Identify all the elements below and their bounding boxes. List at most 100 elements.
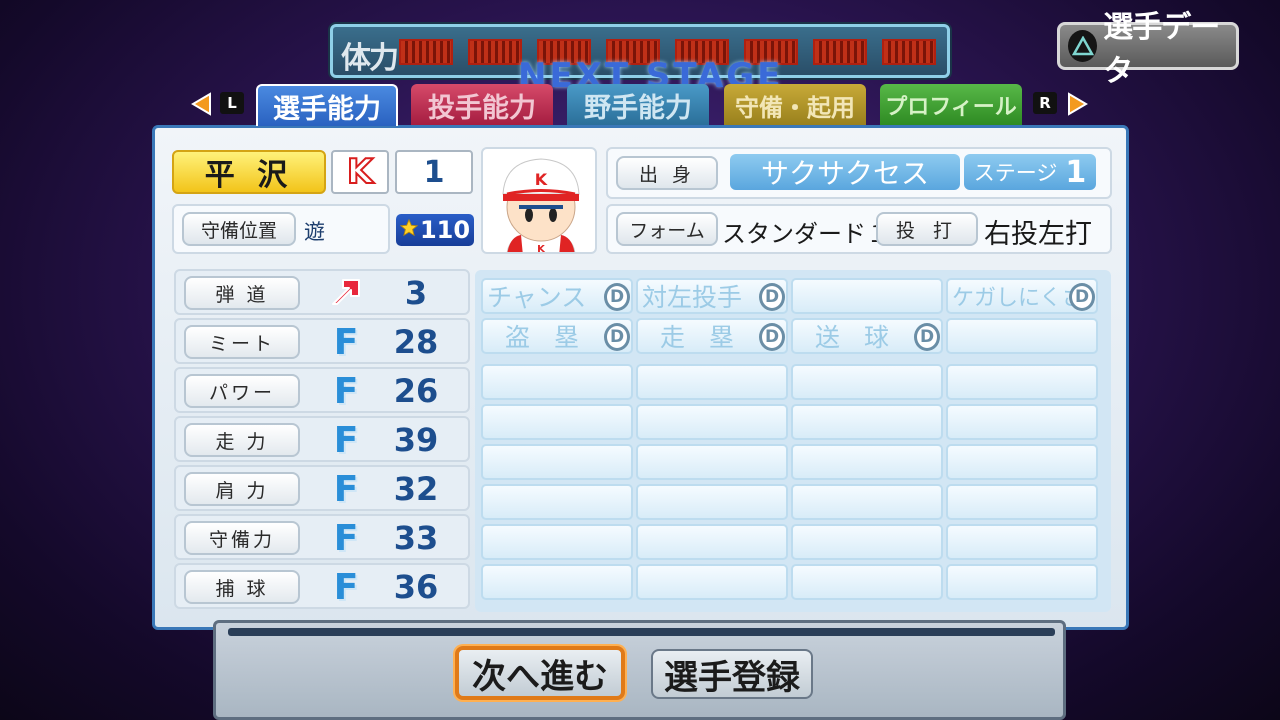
tab-label: 守備・起用 xyxy=(735,93,855,122)
ability-slot-empty xyxy=(481,524,633,560)
ability-throwing[interactable]: 送 球 D xyxy=(791,318,943,354)
tab-player-ability[interactable]: 選手能力 xyxy=(256,84,398,126)
stat-label-text: パワー xyxy=(208,381,275,404)
ability-injury-resistance[interactable]: ケガしにくさ D xyxy=(946,278,1098,314)
form-box: フォーム スタンダード１ 投 打 右投左打 xyxy=(606,204,1112,254)
stat-label-text: 肩 力 xyxy=(215,479,269,502)
stat-grade: F xyxy=(333,468,359,510)
svg-text:K: K xyxy=(535,170,548,189)
ability-empty xyxy=(946,318,1098,354)
stat-label: 捕 球 xyxy=(184,570,300,604)
player-name-plate: 平 沢 xyxy=(172,150,326,194)
ability-slot-empty xyxy=(481,564,633,600)
svg-text:K: K xyxy=(537,244,546,254)
stat-value: 33 xyxy=(393,519,439,557)
stat-label-text: 守備力 xyxy=(208,528,275,551)
overall-rating-value: 110 xyxy=(419,216,471,244)
ability-slot-empty xyxy=(636,564,788,600)
special-abilities-grid: チャンス D 対左投手 D ケガしにくさ D 盗 塁 D 走 塁 D 送 球 D xyxy=(475,270,1111,612)
ability-slot-empty xyxy=(946,444,1098,480)
stamina-segment xyxy=(882,39,936,65)
tab-label: 選手能力 xyxy=(273,93,381,125)
star-icon xyxy=(399,218,419,241)
overall-rating-badge: 110 xyxy=(396,214,474,246)
origin-box: 出 身 サクサクセス ステージ 1 xyxy=(606,147,1112,199)
stamina-label: 体力 xyxy=(341,41,399,76)
tab-profile[interactable]: プロフィール xyxy=(880,84,1022,126)
origin-label-text: 出 身 xyxy=(638,163,696,186)
ability-slot-empty xyxy=(946,564,1098,600)
ability-slot-empty xyxy=(636,404,788,440)
tab-left-arrow-icon[interactable] xyxy=(190,92,214,120)
ability-baserunning[interactable]: 走 塁 D xyxy=(636,318,788,354)
stamina-segment xyxy=(399,39,453,65)
ability-slot-empty xyxy=(946,484,1098,520)
form-label: フォーム xyxy=(616,212,718,246)
ability-stealing[interactable]: 盗 塁 D xyxy=(481,318,633,354)
uniform-number: 1 xyxy=(395,150,473,194)
tab-right-arrow-icon[interactable] xyxy=(1065,92,1089,120)
register-player-button[interactable]: 選手登録 xyxy=(651,649,813,699)
ability-grade: D xyxy=(759,283,785,311)
origin-value: サクサクセス xyxy=(730,154,960,190)
ability-slot-empty xyxy=(791,444,943,480)
stat-label: 弾 道 xyxy=(184,276,300,310)
ability-slot-empty xyxy=(791,484,943,520)
tab-label: プロフィール xyxy=(885,95,1017,120)
ability-empty xyxy=(791,278,943,314)
stage-label: ステージ xyxy=(973,161,1058,185)
stamina-segment xyxy=(468,39,522,65)
position-value: 遊 xyxy=(304,220,325,244)
tab-label: 投手能力 xyxy=(428,92,536,124)
stat-grade: F xyxy=(333,566,359,608)
ability-slot-empty xyxy=(636,364,788,400)
ability-grade: D xyxy=(1069,283,1095,311)
next-button[interactable]: 次へ進む xyxy=(455,646,625,700)
player-data-button[interactable]: 選手データ xyxy=(1057,10,1239,89)
bat-throw-label: 投 打 xyxy=(876,212,978,246)
stamina-segment xyxy=(813,39,867,65)
l-key: L xyxy=(220,92,244,114)
stat-label: 走 力 xyxy=(184,423,300,457)
register-button-label: 選手登録 xyxy=(664,657,800,698)
position-label: 守備位置 xyxy=(182,212,296,246)
ability-slot-empty xyxy=(636,444,788,480)
tab-defense-usage[interactable]: 守備・起用 xyxy=(724,84,866,126)
avatar-icon: K K xyxy=(502,158,580,254)
stat-label: パワー xyxy=(184,374,300,408)
stage-number: 1 xyxy=(1065,154,1087,190)
stat-row-contact: ミート F 28 xyxy=(174,318,470,364)
stat-grade: F xyxy=(333,370,359,412)
position-box: 守備位置 遊 xyxy=(172,204,390,254)
player-avatar: K K xyxy=(481,147,597,254)
stat-row-fielding: 守備力 F 33 xyxy=(174,514,470,560)
stat-grade: F xyxy=(333,517,359,559)
origin-value-text: サクサクセス xyxy=(760,157,929,190)
team-logo: K xyxy=(331,150,389,194)
stat-value: 28 xyxy=(393,323,439,361)
ability-grade: D xyxy=(604,323,630,351)
r-key: R xyxy=(1033,92,1057,114)
tab-pitcher-ability[interactable]: 投手能力 xyxy=(411,84,553,126)
ability-grade: D xyxy=(604,283,630,311)
stat-grade: F xyxy=(333,321,359,363)
ability-label: チャンス xyxy=(487,283,587,312)
tab-fielder-ability[interactable]: 野手能力 xyxy=(567,84,709,126)
ability-slot-empty xyxy=(791,524,943,560)
next-button-label: 次へ進む xyxy=(472,656,608,697)
stat-row-speed: 走 力 F 39 xyxy=(174,416,470,462)
stat-row-trajectory: 弾 道 3 xyxy=(174,269,470,315)
ability-slot-empty xyxy=(946,404,1098,440)
ability-label: ケガしにくさ xyxy=(952,286,1084,311)
uniform-number-value: 1 xyxy=(423,154,445,190)
ability-chance[interactable]: チャンス D xyxy=(481,278,633,314)
position-label-text: 守備位置 xyxy=(200,219,277,242)
stat-label: ミート xyxy=(184,325,300,359)
team-logo-icon: K xyxy=(346,151,374,193)
ability-label: 送 球 xyxy=(815,323,897,352)
ability-vs-lefty[interactable]: 対左投手 D xyxy=(636,278,788,314)
stat-row-power: パワー F 26 xyxy=(174,367,470,413)
stat-value: 32 xyxy=(393,470,439,508)
stat-grade: F xyxy=(333,419,359,461)
stat-value: 39 xyxy=(393,421,439,459)
